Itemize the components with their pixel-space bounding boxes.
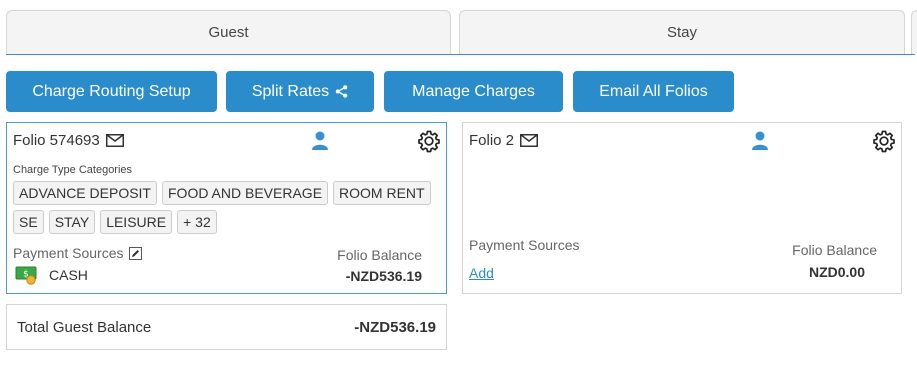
tab-underline bbox=[6, 54, 915, 55]
split-rates-label: Split Rates bbox=[251, 82, 330, 100]
folio-balance-label: Folio Balance bbox=[337, 247, 422, 263]
folio-1-title: Folio 574693 bbox=[13, 132, 124, 149]
payment-sources-label: Payment Sources bbox=[13, 245, 142, 261]
envelope-icon[interactable] bbox=[520, 134, 539, 147]
category-tag[interactable]: ADVANCE DEPOSIT bbox=[13, 181, 157, 205]
tab-next-partial[interactable] bbox=[911, 10, 917, 55]
folio-2-title-text: Folio 2 bbox=[469, 132, 515, 149]
category-tag[interactable]: STAY bbox=[48, 210, 96, 234]
folio-balance-value: -NZD536.19 bbox=[345, 268, 422, 284]
manage-charges-label: Manage Charges bbox=[412, 82, 535, 100]
total-guest-balance: Total Guest Balance -NZD536.19 bbox=[6, 304, 447, 350]
total-guest-balance-label: Total Guest Balance bbox=[17, 319, 152, 336]
envelope-icon[interactable] bbox=[105, 134, 124, 147]
share-icon bbox=[335, 85, 348, 98]
tab-guest-label: Guest bbox=[208, 24, 249, 41]
user-icon[interactable] bbox=[751, 131, 769, 151]
folio-2-title: Folio 2 bbox=[469, 132, 539, 149]
folio-1-title-text: Folio 574693 bbox=[13, 132, 100, 149]
split-rates-button[interactable]: Split Rates bbox=[226, 71, 374, 112]
category-tag[interactable]: FOOD AND BEVERAGE bbox=[162, 181, 329, 205]
tab-stay[interactable]: Stay bbox=[459, 10, 905, 55]
charge-category-tags: ADVANCE DEPOSIT FOOD AND BEVERAGE ROOM R… bbox=[13, 181, 443, 234]
category-tag[interactable]: SE bbox=[13, 210, 44, 234]
charge-routing-setup-label: Charge Routing Setup bbox=[32, 82, 191, 100]
pencil-icon[interactable] bbox=[128, 246, 142, 260]
payment-sources-text: Payment Sources bbox=[13, 245, 124, 261]
total-guest-balance-value: -NZD536.19 bbox=[354, 319, 436, 336]
cash-icon: $ bbox=[15, 266, 37, 285]
payment-method-label: CASH bbox=[49, 267, 88, 283]
charge-type-categories-label: Charge Type Categories bbox=[13, 164, 133, 176]
folio-balance-value: NZD0.00 bbox=[808, 264, 865, 280]
add-payment-source-link[interactable]: Add bbox=[469, 265, 494, 281]
gear-icon[interactable] bbox=[417, 129, 441, 153]
email-all-folios-label: Email All Folios bbox=[599, 82, 708, 100]
gear-icon[interactable] bbox=[872, 129, 896, 153]
manage-charges-button[interactable]: Manage Charges bbox=[384, 71, 563, 112]
category-tag[interactable]: LEISURE bbox=[100, 210, 173, 234]
tab-stay-label: Stay bbox=[666, 24, 697, 41]
more-categories-tag[interactable]: + 32 bbox=[177, 210, 217, 234]
folio-card-1[interactable]: Folio 574693 Charge Type Categories ADVA… bbox=[6, 122, 447, 294]
payment-source-cash[interactable]: $ CASH bbox=[15, 265, 88, 285]
folio-balance-label: Folio Balance bbox=[792, 242, 877, 258]
user-icon[interactable] bbox=[311, 131, 329, 151]
payment-sources-label: Payment Sources bbox=[469, 237, 580, 253]
tab-guest[interactable]: Guest bbox=[6, 10, 451, 55]
charge-routing-setup-button[interactable]: Charge Routing Setup bbox=[6, 71, 217, 112]
email-all-folios-button[interactable]: Email All Folios bbox=[573, 71, 734, 112]
folio-card-2[interactable]: Folio 2 Payment Sources Add Folio Balanc… bbox=[462, 122, 902, 294]
payment-sources-text: Payment Sources bbox=[469, 237, 580, 253]
category-tag[interactable]: ROOM RENT bbox=[333, 181, 431, 205]
